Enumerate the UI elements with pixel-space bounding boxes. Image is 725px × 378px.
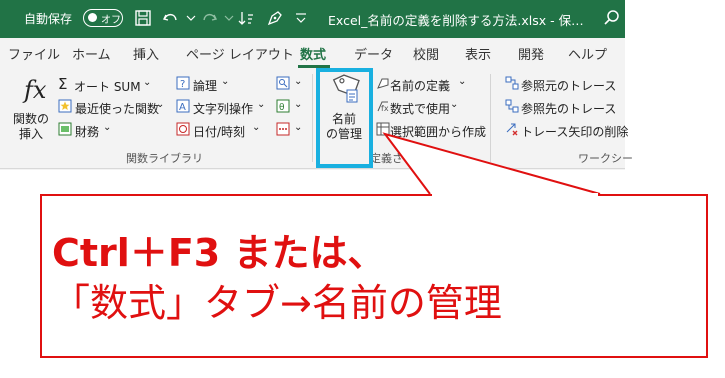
remove-arrows-icon [506, 123, 518, 136]
tab-formulas[interactable]: 数式 [300, 44, 326, 63]
ribbon-tabs: ファイル ホーム 挿入 ページ レイアウト 数式 データ 校閲 表示 開発 ヘル… [0, 38, 625, 68]
group-separator [490, 74, 491, 162]
insert-function-label-2: 挿入 [19, 127, 44, 141]
ribbon-border [0, 168, 625, 169]
tab-data[interactable]: データ [354, 44, 393, 63]
autosum-label: オート SUM [74, 80, 141, 94]
svg-text:?: ? [180, 79, 185, 90]
text-functions-label: 文字列操作 [193, 102, 254, 116]
tab-file[interactable]: ファイル [8, 44, 60, 63]
autosave-toggle[interactable]: オフ [83, 9, 123, 27]
use-in-formula-label: 数式で使用 [390, 102, 451, 116]
title-bar: 自動保存 オフ Excel_名前の定義を削除する方法.xlsx - 保… [0, 0, 625, 38]
search-icon[interactable] [600, 7, 622, 29]
callout-shortcut-text: Ctrl＋F3 または、 [52, 231, 386, 275]
financial-book-icon [58, 122, 72, 136]
group-label-defined-names: 定義さ [370, 152, 403, 165]
sigma-icon: Σ [58, 75, 68, 93]
name-manager-highlight [316, 68, 373, 168]
draw-icon[interactable] [264, 7, 286, 29]
math-trig-icon[interactable]: θ [276, 99, 290, 113]
tab-home[interactable]: ホーム [72, 44, 111, 63]
chevron-down-icon[interactable]: ⌄ [294, 99, 302, 110]
logical-label: 論理 [193, 79, 218, 93]
lookup-reference-icon[interactable] [276, 76, 290, 90]
callout-menu-path-text: 「数式」タブ→名前の管理 [52, 281, 502, 325]
screenshot-stage: 自動保存 オフ Excel_名前の定義を削除する方法.xlsx - 保… ファイ… [0, 0, 725, 378]
tab-review[interactable]: 校閲 [413, 44, 439, 63]
group-label-function-library: 関数ライブラリ [126, 152, 203, 165]
chevron-down-icon: ⌄ [143, 77, 152, 88]
svg-text:A: A [179, 102, 186, 113]
chevron-down-icon[interactable]: ⌄ [294, 122, 302, 133]
group-separator [312, 74, 313, 162]
autosave-state: オフ [101, 15, 121, 26]
chevron-down-icon: ⌄ [450, 99, 459, 110]
remove-arrows-label: トレース矢印の削除 [521, 125, 629, 139]
svg-text:θ: θ [279, 103, 285, 113]
define-name-label: 名前の定義 [390, 79, 451, 93]
tab-developer[interactable]: 開発 [518, 44, 544, 63]
trace-dependents-icon [505, 99, 519, 113]
logical-book-icon: ? [176, 76, 190, 90]
recently-used-label: 最近使った関数 [75, 102, 160, 116]
svg-text:fx: fx [381, 104, 389, 113]
define-name-icon [377, 78, 389, 89]
chevron-down-icon: ⌄ [103, 122, 112, 133]
chevron-down-icon: ⌄ [156, 99, 165, 110]
chevron-down-icon[interactable]: ⌄ [294, 76, 302, 87]
fx-icon: fx [24, 76, 47, 104]
group-label-formula-auditing: ワークシー [578, 152, 633, 165]
financial-label: 財務 [75, 125, 100, 139]
sort-icon[interactable] [236, 7, 258, 29]
more-functions-icon[interactable] [276, 122, 290, 136]
use-in-formula-icon: fx [377, 101, 389, 113]
chevron-down-icon: ⌄ [257, 99, 266, 110]
document-title: Excel_名前の定義を削除する方法.xlsx - 保… [328, 13, 584, 28]
text-book-icon: A [176, 99, 190, 113]
save-icon[interactable] [132, 7, 154, 29]
tab-help[interactable]: ヘルプ [568, 44, 607, 63]
star-book-icon [58, 99, 72, 113]
tab-page-layout[interactable]: ページ レイアウト [186, 44, 294, 63]
customize-qat-icon[interactable] [290, 7, 312, 29]
trace-precedents-label: 参照元のトレース [521, 79, 617, 93]
tab-view[interactable]: 表示 [465, 44, 491, 63]
create-from-selection-icon [376, 122, 390, 136]
redo-icon[interactable] [198, 7, 220, 29]
clock-book-icon [176, 122, 190, 136]
toggle-knob [88, 13, 97, 22]
trace-dependents-label: 参照先のトレース [521, 102, 617, 116]
create-from-selection-label: 選択範囲から作成 [390, 125, 487, 139]
datetime-label: 日付/時刻 [193, 125, 246, 139]
tab-insert[interactable]: 挿入 [133, 44, 159, 63]
chevron-down-icon: ⌄ [458, 76, 467, 87]
trace-precedents-icon [505, 76, 519, 90]
chevron-down-icon: ⌄ [221, 76, 230, 87]
undo-icon[interactable] [160, 7, 182, 29]
autosave-label: 自動保存 [24, 12, 73, 26]
chevron-down-icon: ⌄ [252, 122, 261, 133]
